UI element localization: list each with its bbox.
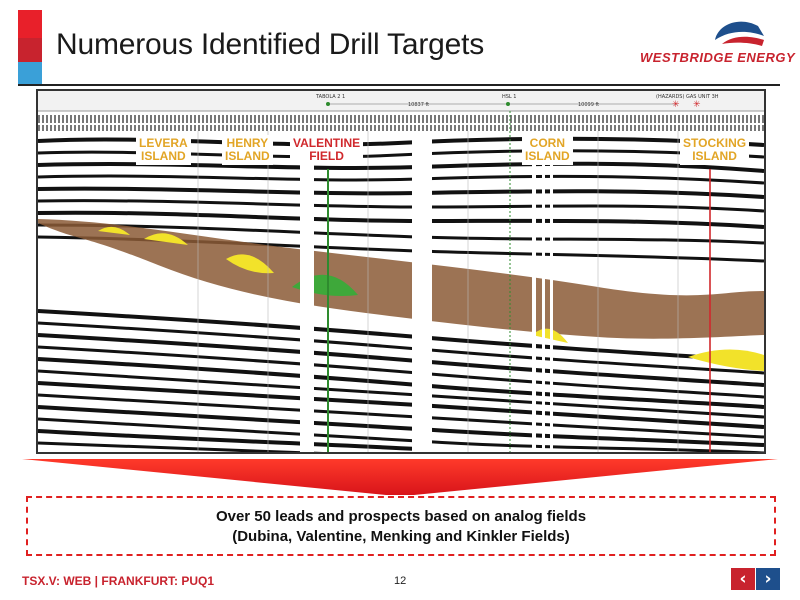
callout-line-1: Over 50 leads and prospects based on ana… — [215, 508, 587, 525]
prev-slide-button[interactable]: ‹ — [731, 568, 755, 590]
slide-title: Numerous Identified Drill Targets — [56, 28, 485, 61]
header-right-well: HSL 1 — [502, 94, 517, 100]
chevron-left-icon: ‹ — [739, 569, 747, 589]
callout-line-2: (Dubina, Valentine, Menking and Kinkler … — [232, 528, 570, 545]
title-divider — [18, 84, 780, 86]
well-marker-icon — [506, 102, 510, 106]
accent-bar-red — [18, 10, 42, 38]
westbridge-logo — [715, 21, 764, 46]
label-valentine-field: VALENTINE FIELD — [290, 135, 364, 165]
well-marker-icon — [326, 102, 330, 106]
seismic-section: TABOLA 2 1 10837 ft HSL 1 10099 ft (HAZA… — [36, 89, 766, 454]
label-corn-island: CORN ISLAND — [522, 135, 573, 165]
callout-box: Over 50 leads and prospects based on ana… — [26, 496, 776, 556]
gas-well-icon: ✳ — [693, 100, 701, 110]
logo-text: WESTBRIDGE ENERGY — [640, 50, 796, 65]
label-henry-island: HENRY ISLAND — [222, 135, 273, 165]
header-left-well: TABOLA 2 1 — [315, 94, 345, 100]
header-right-dist: 10099 ft — [578, 102, 599, 108]
header-left-dist: 10837 ft — [408, 102, 429, 108]
chevron-right-icon: › — [764, 569, 772, 589]
next-slide-button[interactable]: › — [756, 568, 780, 590]
down-arrow-banner — [22, 459, 778, 495]
label-stocking-island: STOCKING ISLAND — [680, 135, 750, 165]
page-number: 12 — [394, 575, 407, 587]
footer-ticker: TSX.V: WEB | FRANKFURT: PUQ1 — [22, 574, 215, 588]
label-levera-island: LEVERA ISLAND — [136, 135, 191, 165]
header-far-right: (HAZARDS) GAS UNIT 3H — [656, 94, 719, 100]
accent-bar-darkred — [18, 38, 42, 62]
gas-well-icon: ✳ — [672, 100, 680, 110]
accent-bar-blue — [18, 62, 42, 84]
